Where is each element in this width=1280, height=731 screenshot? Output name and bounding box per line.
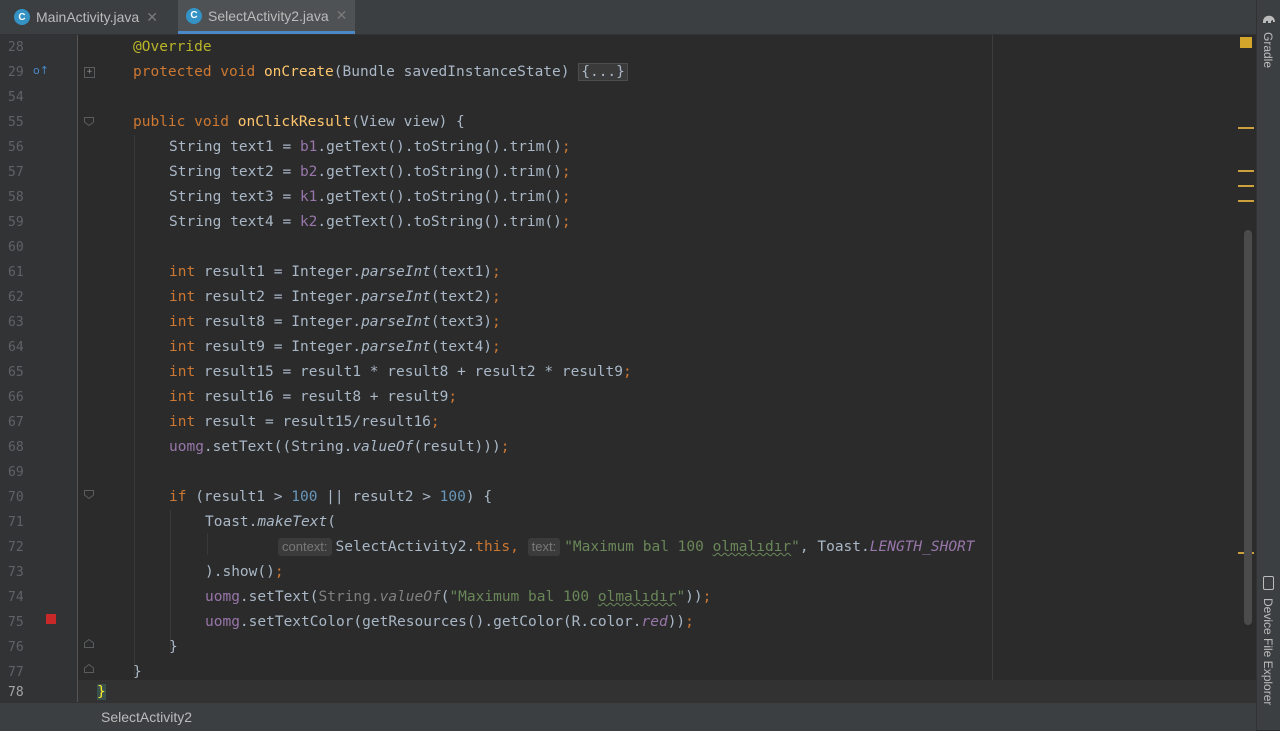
device-file-explorer-tool-button[interactable]: Device File Explorer — [1261, 598, 1275, 705]
line-number: 63 — [8, 315, 24, 330]
tab-main-activity[interactable]: C MainActivity.java ✕ — [6, 0, 166, 34]
line-number: 28 — [8, 40, 24, 55]
line-number: 68 — [8, 440, 24, 455]
code-line-73: ).show(); — [205, 564, 284, 580]
line-number: 59 — [8, 215, 24, 230]
code-line-66: int result16 = result8 + result9; — [169, 389, 458, 405]
code-line-75: uomg.setTextColor(getResources().getColo… — [205, 614, 694, 630]
line-number: 67 — [8, 415, 24, 430]
tab-label: MainActivity.java — [36, 9, 140, 25]
line-number: 73 — [8, 565, 24, 580]
gradle-tool-button[interactable]: Gradle — [1261, 32, 1275, 68]
code-line-62: int result2 = Integer.parseInt(text2); — [169, 289, 501, 305]
line-number: 74 — [8, 590, 24, 605]
class-c-icon: C — [14, 9, 30, 25]
code-line-28: @Override — [133, 39, 212, 55]
warning-marker[interactable] — [1238, 127, 1254, 129]
gradle-elephant-icon — [1263, 15, 1275, 23]
breadcrumb-item[interactable]: SelectActivity2 — [101, 709, 192, 725]
line-number: 69 — [8, 465, 24, 480]
warning-marker[interactable] — [1238, 170, 1254, 172]
line-number: 64 — [8, 340, 24, 355]
code-line-59: String text4 = k2.getText().toString().t… — [169, 214, 571, 230]
line-number: 76 — [8, 640, 24, 655]
right-tool-window-bar: Gradle Device File Explorer — [1256, 0, 1280, 730]
fold-expand-icon[interactable]: + — [84, 67, 95, 78]
code-line-67: int result = result15/result16; — [169, 414, 440, 430]
code-line-65: int result15 = result1 * result8 + resul… — [169, 364, 632, 380]
code-line-76: } — [169, 639, 178, 655]
line-number: 60 — [8, 240, 24, 255]
override-method-icon[interactable]: o↑ — [33, 64, 49, 77]
line-number: 61 — [8, 265, 24, 280]
warning-marker[interactable] — [1238, 200, 1254, 202]
matched-brace: } — [97, 684, 106, 700]
code-line-55: public void onClickResult(View view) { — [133, 114, 465, 130]
vertical-scrollbar[interactable] — [1244, 230, 1252, 625]
line-number: 54 — [8, 90, 24, 105]
line-number: 55 — [8, 115, 24, 130]
tab-label: SelectActivity2.java — [208, 7, 329, 24]
code-line-64: int result9 = Integer.parseInt(text4); — [169, 339, 501, 355]
inspection-status-icon[interactable] — [1240, 37, 1252, 48]
line-number: 72 — [8, 540, 24, 555]
class-c-icon: C — [186, 7, 202, 24]
parameter-hint-context: context: — [278, 538, 332, 556]
line-number: 70 — [8, 490, 24, 505]
line-number: 56 — [8, 140, 24, 155]
breadcrumb-bar: SelectActivity2 — [0, 702, 1256, 731]
editor-tab-bar: C MainActivity.java ✕ C SelectActivity2.… — [0, 0, 1256, 35]
line-number: 57 — [8, 165, 24, 180]
code-line-72: context: SelectActivity2.this, text: "Maxi… — [278, 535, 975, 560]
code-line-74: uomg.setText(String.valueOf("Maximum bal… — [205, 589, 712, 605]
line-number: 62 — [8, 290, 24, 305]
fold-end-icon[interactable] — [84, 639, 94, 648]
breakpoint-icon[interactable] — [46, 614, 56, 624]
code-line-61: int result1 = Integer.parseInt(text1); — [169, 264, 501, 280]
code-editor[interactable]: @Override protected void onCreate(Bundle… — [97, 35, 1240, 702]
code-line-77: } — [133, 664, 142, 680]
code-line-29: protected void onCreate(Bundle savedInst… — [133, 60, 628, 85]
indent-guide — [170, 510, 171, 650]
line-number: 65 — [8, 365, 24, 380]
line-number: 75 — [8, 615, 24, 630]
code-line-70: if (result1 > 100 || result2 > 100) { — [169, 489, 493, 505]
indent-guide — [134, 135, 135, 675]
fold-start-icon[interactable] — [84, 490, 94, 499]
indent-guide — [207, 533, 208, 555]
code-line-68: uomg.setText((String.valueOf(result))); — [169, 439, 510, 455]
code-line-58: String text3 = k1.getText().toString().t… — [169, 189, 571, 205]
tab-select-activity2[interactable]: C SelectActivity2.java ✕ — [178, 0, 356, 34]
code-line-57: String text2 = b2.getText().toString().t… — [169, 164, 571, 180]
code-line-56: String text1 = b1.getText().toString().t… — [169, 139, 571, 155]
line-number: 58 — [8, 190, 24, 205]
folded-code-block[interactable]: {...} — [578, 63, 628, 81]
gutter-divider — [77, 35, 78, 702]
code-line-71: Toast.makeText( — [205, 514, 336, 530]
close-icon[interactable]: ✕ — [146, 9, 158, 26]
device-file-explorer-icon — [1263, 576, 1274, 590]
line-number: 66 — [8, 390, 24, 405]
line-number: 71 — [8, 515, 24, 530]
fold-start-icon[interactable] — [84, 117, 94, 126]
warning-marker[interactable] — [1238, 185, 1254, 187]
close-icon[interactable]: ✕ — [336, 7, 348, 24]
fold-end-icon[interactable] — [84, 664, 94, 673]
code-line-63: int result8 = Integer.parseInt(text3); — [169, 314, 501, 330]
parameter-hint-text: text: — [527, 538, 561, 556]
